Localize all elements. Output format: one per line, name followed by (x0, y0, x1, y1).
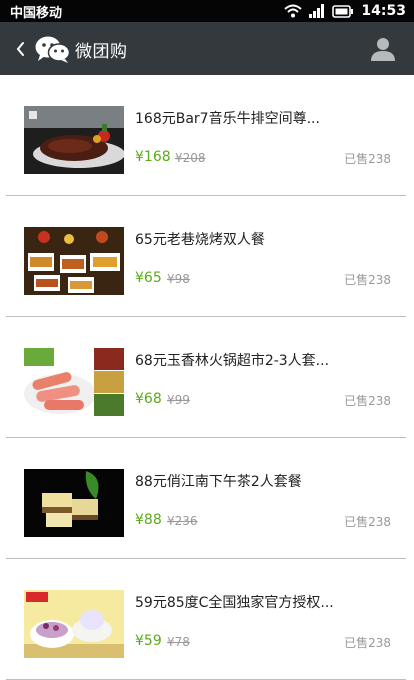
clock: 14:53 (361, 3, 406, 19)
deal-price: ¥68 (135, 391, 162, 407)
deal-item[interactable]: 168元Bar7音乐牛排空间尊... ¥168 ¥208 已售238 (6, 75, 406, 196)
deal-title: 168元Bar7音乐牛排空间尊... (135, 111, 320, 127)
afternoon-tea-image (24, 469, 124, 537)
original-price: ¥98 (167, 272, 190, 286)
sold-count: 已售238 (344, 273, 391, 287)
original-price: ¥236 (167, 514, 198, 528)
sold-count: 已售238 (344, 636, 391, 650)
sold-count: 已售238 (344, 152, 391, 166)
carrier-name: 中国移动 (10, 6, 63, 21)
deal-item[interactable]: 68元玉香林火锅超市2-3人套... ¥68 ¥99 已售238 (6, 317, 406, 438)
deal-price: ¥168 (135, 149, 171, 165)
sold-count: 已售238 (344, 394, 391, 408)
deal-title: 88元俏江南下午茶2人套餐 (135, 474, 302, 490)
deal-item[interactable]: 59元85度C全国独家官方授权... ¥59 ¥78 已售238 (6, 559, 406, 680)
sold-count: 已售238 (344, 515, 391, 529)
deal-title: 59元85度C全国独家官方授权... (135, 595, 334, 611)
hotpot-image (24, 348, 124, 416)
chevron-left-icon (16, 42, 24, 56)
status-bar: 中国移动 14:53 (0, 0, 414, 22)
cake-image (24, 590, 124, 658)
deal-price: ¥59 (135, 633, 162, 649)
wifi-icon (284, 4, 303, 18)
deal-title: 65元老巷烧烤双人餐 (135, 232, 265, 248)
deal-title: 68元玉香林火锅超市2-3人套... (135, 353, 330, 369)
original-price: ¥78 (167, 635, 190, 649)
profile-button[interactable] (368, 34, 398, 64)
original-price: ¥208 (175, 151, 206, 165)
status-icons: 14:53 (284, 2, 406, 20)
user-icon (371, 38, 395, 61)
deal-price: ¥88 (135, 512, 162, 528)
page-title: 微团购 (75, 42, 128, 62)
deal-price: ¥65 (135, 270, 162, 286)
bbq-image (24, 227, 124, 295)
back-button[interactable] (12, 38, 30, 60)
original-price: ¥99 (167, 393, 190, 407)
deal-item[interactable]: 65元老巷烧烤双人餐 ¥65 ¥98 已售238 (6, 196, 406, 317)
battery-icon (332, 4, 354, 18)
signal-icon (309, 4, 325, 18)
deal-item[interactable]: 88元俏江南下午茶2人套餐 ¥88 ¥236 已售238 (6, 438, 406, 559)
app-header: 微团购 (0, 22, 414, 75)
steak-image (24, 106, 124, 174)
wechat-logo-icon (35, 36, 71, 63)
